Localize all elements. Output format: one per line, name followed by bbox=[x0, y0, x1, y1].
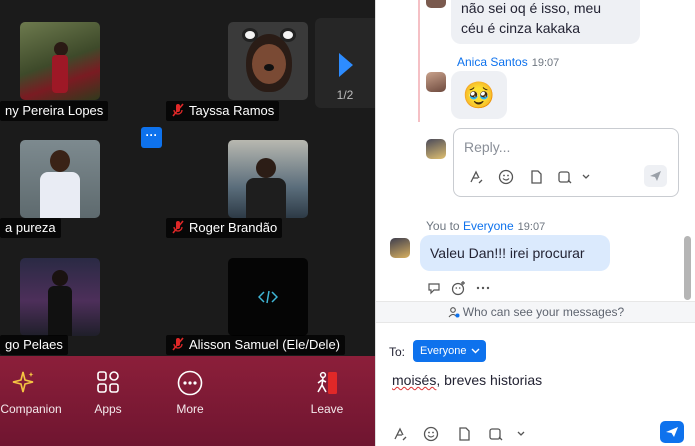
more-actions-icon[interactable] bbox=[476, 286, 490, 290]
composer-text-rest: , breves historias bbox=[436, 372, 543, 388]
reply-input[interactable]: Reply... bbox=[453, 128, 679, 197]
screenshot-icon[interactable] bbox=[488, 426, 504, 442]
file-icon[interactable] bbox=[456, 426, 472, 442]
chevron-down-icon[interactable] bbox=[516, 430, 526, 438]
visibility-text: Who can see your messages? bbox=[462, 305, 625, 319]
mic-muted-icon bbox=[172, 337, 184, 351]
chat-scrollbar[interactable] bbox=[684, 236, 691, 300]
participant-name: ny Pereira Lopes bbox=[0, 101, 109, 121]
recipient-select[interactable]: Everyone bbox=[413, 340, 486, 362]
message-text: Valeu Dan!!! irei procurar bbox=[430, 245, 585, 261]
message-input[interactable]: moisés, breves historias bbox=[392, 372, 542, 388]
mic-muted-icon bbox=[172, 220, 184, 234]
message-header: Anica Santos 19:07 bbox=[457, 55, 559, 69]
send-button[interactable] bbox=[660, 421, 684, 443]
add-reaction-icon[interactable] bbox=[451, 280, 467, 296]
message-header: You to Everyone 19:07 bbox=[426, 219, 545, 233]
send-icon bbox=[666, 427, 678, 437]
avatar bbox=[426, 139, 446, 159]
participant-name: go Pelaes bbox=[0, 335, 68, 355]
mic-muted-icon bbox=[172, 103, 184, 117]
leave-label: Leave bbox=[310, 402, 344, 416]
reply-placeholder: Reply... bbox=[464, 139, 511, 155]
next-page-button[interactable]: 1/2 bbox=[315, 18, 375, 108]
emoji-message: 🥹 bbox=[462, 80, 496, 110]
participant-video bbox=[228, 258, 308, 336]
message-text: não sei oq é isso, meu bbox=[461, 0, 602, 16]
thread-line bbox=[418, 0, 420, 122]
participant-video bbox=[20, 258, 100, 336]
participant-name: Alisson Samuel (Ele/Dele) bbox=[166, 335, 346, 355]
avatar bbox=[426, 0, 446, 8]
emoji-icon[interactable] bbox=[423, 426, 439, 442]
code-icon bbox=[258, 290, 278, 304]
reply-icon[interactable] bbox=[427, 281, 443, 295]
leave-icon bbox=[317, 371, 337, 394]
message-time: 19:07 bbox=[531, 57, 560, 69]
apps-label: Apps bbox=[94, 402, 122, 416]
emoji-icon[interactable] bbox=[498, 169, 514, 185]
participant-name: a pureza bbox=[0, 218, 61, 238]
sparkle-icon bbox=[12, 371, 34, 393]
apps-icon bbox=[97, 371, 119, 393]
message-bubble[interactable]: 🥹 bbox=[451, 71, 507, 119]
reply-send-button[interactable] bbox=[644, 165, 667, 187]
message-bubble[interactable]: não sei oq é isso, meu céu é cinza kakak… bbox=[451, 0, 640, 44]
recipient-value: Everyone bbox=[420, 345, 467, 357]
people-icon bbox=[448, 307, 460, 318]
sender-name: You bbox=[426, 219, 447, 233]
send-icon bbox=[650, 171, 661, 181]
to-label: To: bbox=[389, 345, 406, 359]
message-text: céu é cinza kakaka bbox=[461, 20, 581, 36]
participant-video bbox=[228, 22, 308, 100]
to-prefix: to bbox=[449, 219, 460, 233]
meeting-toolbar: Companion Apps More Leave bbox=[0, 356, 375, 446]
participant-video bbox=[228, 140, 308, 218]
screenshot-icon[interactable] bbox=[557, 169, 573, 185]
participant-name: Tayssa Ramos bbox=[166, 101, 280, 121]
page-indicator: 1/2 bbox=[336, 88, 354, 102]
chevron-down-icon bbox=[471, 348, 480, 354]
more-icon bbox=[177, 370, 203, 396]
format-text-icon[interactable] bbox=[392, 426, 408, 442]
file-icon[interactable] bbox=[528, 169, 544, 185]
visibility-notice[interactable]: Who can see your messages? bbox=[376, 301, 695, 323]
avatar bbox=[426, 72, 446, 92]
message-time: 19:07 bbox=[517, 221, 546, 233]
chat-panel: não sei oq é isso, meu céu é cinza kakak… bbox=[375, 0, 695, 446]
format-text-icon[interactable] bbox=[468, 169, 484, 185]
companion-label: Companion bbox=[0, 402, 62, 416]
message-bubble[interactable]: Valeu Dan!!! irei procurar bbox=[420, 235, 610, 271]
avatar bbox=[390, 238, 410, 258]
misspelled-word: moisés bbox=[392, 372, 437, 388]
chevron-down-icon[interactable] bbox=[581, 173, 591, 181]
tile-more-button[interactable]: ··· bbox=[141, 127, 162, 148]
chevron-right-icon bbox=[339, 53, 353, 77]
participant-video bbox=[20, 22, 100, 100]
video-grid: ny Pereira Lopes Tayssa Ramos 1/2 ··· a … bbox=[0, 0, 375, 356]
sender-name: Anica Santos bbox=[457, 55, 528, 69]
more-label: More bbox=[176, 402, 204, 416]
recipient-name: Everyone bbox=[462, 219, 514, 233]
participant-video bbox=[20, 140, 100, 218]
participant-name: Roger Brandão bbox=[166, 218, 283, 238]
